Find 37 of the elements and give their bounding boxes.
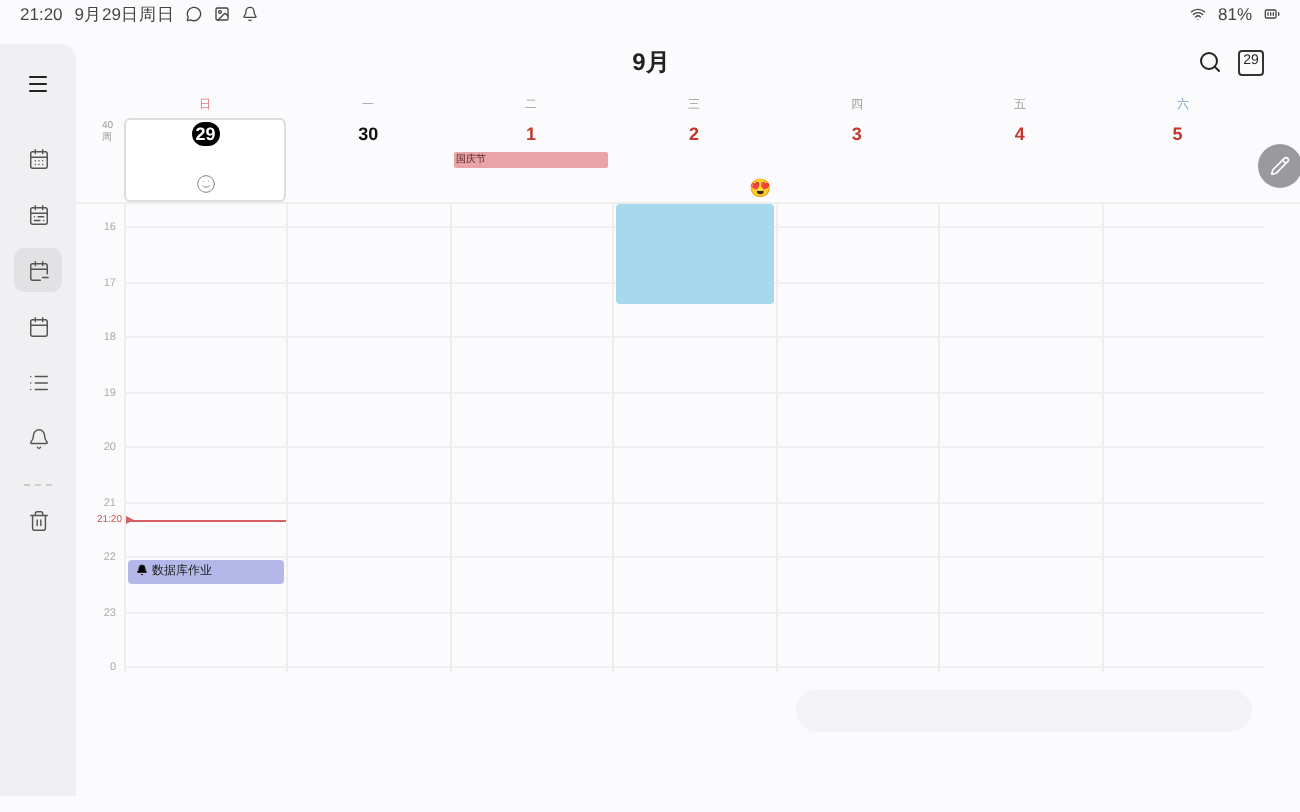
image-icon	[214, 6, 231, 22]
battery-icon	[1264, 6, 1280, 22]
day-cell[interactable]: 3	[775, 118, 939, 202]
bell-icon	[27, 427, 49, 449]
bell-icon	[136, 564, 148, 576]
day-number: 29	[191, 122, 220, 146]
calendar-grid-icon	[27, 147, 49, 169]
search-icon	[1198, 50, 1222, 74]
calendar-blank-icon	[27, 315, 49, 337]
day-number: 5	[1170, 122, 1185, 146]
day-cell[interactable]: 29	[124, 118, 287, 202]
edit-button[interactable]	[1258, 144, 1300, 188]
chat-icon	[186, 6, 203, 22]
sidebar-item[interactable]	[14, 248, 62, 292]
status-time: 21:20	[20, 1, 63, 27]
bell-icon	[242, 6, 259, 22]
day-number: 2	[686, 122, 701, 146]
day-number: 30	[356, 122, 381, 146]
day-cell[interactable]: 4	[938, 118, 1102, 202]
menu-icon	[26, 72, 50, 96]
day-cell[interactable]: 5	[1101, 118, 1254, 202]
smiley-icon[interactable]	[195, 174, 216, 194]
month-title: 9月	[632, 48, 670, 76]
day-cell[interactable]: 30	[286, 118, 450, 202]
day-number: 4	[1012, 122, 1027, 146]
search-button[interactable]	[1194, 46, 1226, 78]
status-date: 9月29日周日	[74, 1, 175, 27]
calendar-icon	[27, 259, 49, 281]
day-number: 1	[524, 122, 539, 146]
mood-emoji: 😍	[749, 178, 772, 198]
day-cell[interactable]: 2 😍	[612, 118, 776, 202]
day-number: 3	[849, 122, 864, 146]
pencil-icon	[1270, 156, 1290, 176]
wifi-icon	[1189, 6, 1206, 22]
trash-icon	[27, 509, 49, 531]
calendar-note-icon	[27, 203, 49, 225]
battery-percent: 81%	[1217, 1, 1252, 27]
